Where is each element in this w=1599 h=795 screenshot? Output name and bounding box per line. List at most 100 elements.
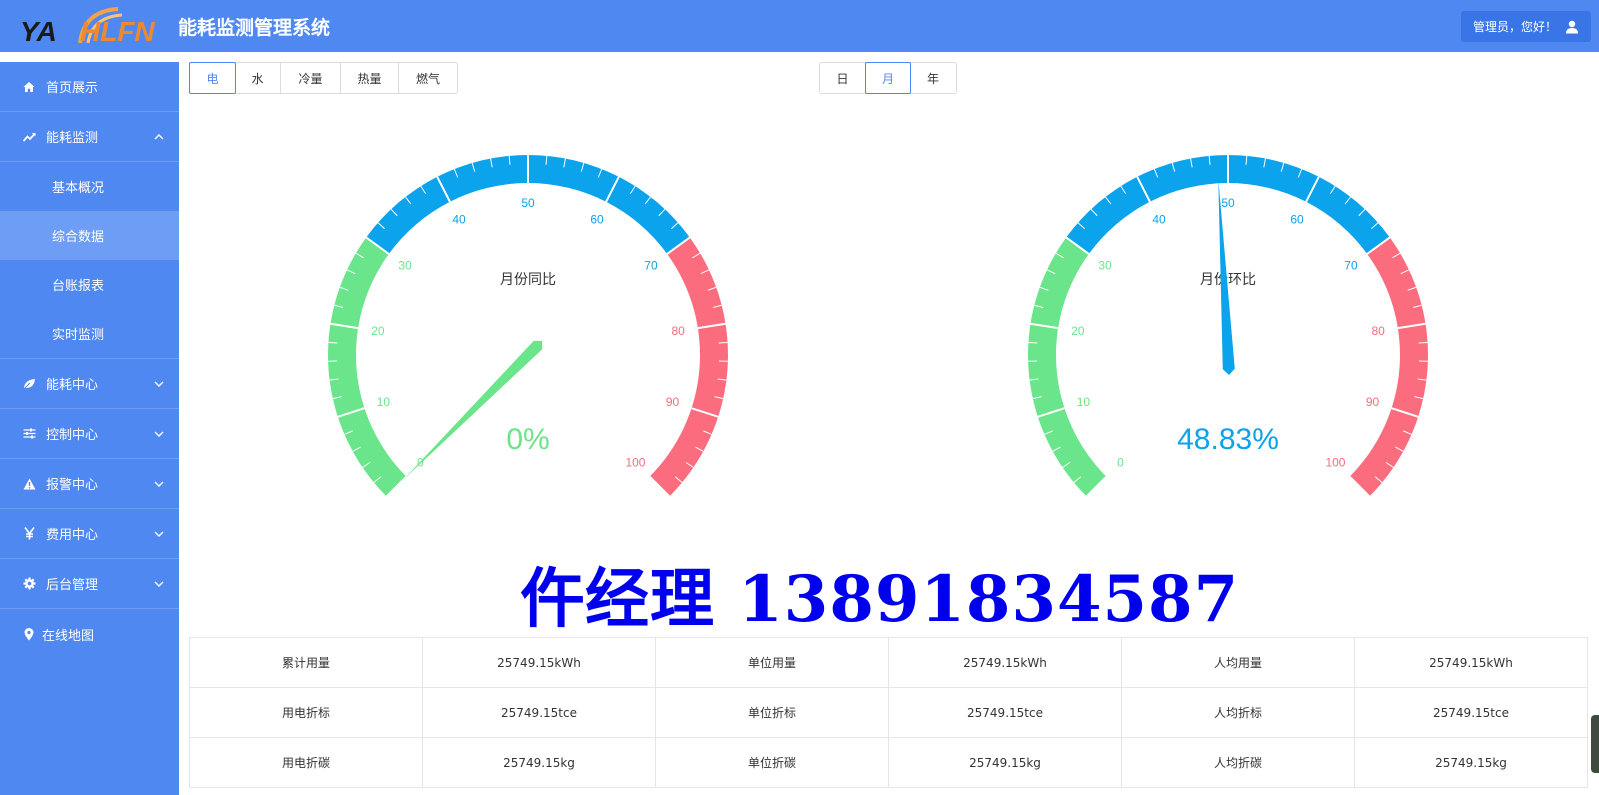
sidebar: 首页展示 能耗监测 基本概况 综合数据 台账报表 实时监测 能耗中心 控制中心 … (0, 62, 179, 795)
energy-type-tabs: 电 水 冷量 热量 燃气 (189, 62, 458, 94)
user-greeting: 管理员，您好！ (1472, 20, 1557, 34)
gauge-pointer (403, 340, 543, 480)
gauge-band (649, 237, 728, 497)
gauge-tick-label: 0 (1117, 455, 1124, 469)
chevron-down-icon (154, 381, 164, 387)
chevron-down-icon (154, 431, 164, 437)
gauge-tick-label: 20 (1071, 324, 1085, 338)
gauge-tick-label: 50 (1221, 196, 1235, 210)
table-row: 累计用量 25749.15kWh 单位用量 25749.15kWh 人均用量 25749.… (189, 637, 1588, 688)
gauge-tick-label: 90 (1366, 395, 1380, 409)
gauge-tick-label: 90 (666, 395, 680, 409)
gauge-tick-label: 10 (1077, 395, 1091, 409)
gauge-title: 月份同比 (500, 272, 556, 288)
tab-water[interactable]: 水 (235, 63, 281, 93)
sidebar-item-alarm-center[interactable]: 报警中心 (0, 459, 179, 509)
gauge-tick-label: 30 (1098, 259, 1112, 273)
stat-value: 25749.15tce (888, 687, 1122, 738)
sliders-icon (22, 427, 36, 441)
gauge-tick-label: 10 (377, 395, 391, 409)
gauge-band (328, 237, 407, 497)
chevron-down-icon (154, 531, 164, 537)
sidebar-item-label: 能耗中心 (46, 378, 99, 393)
scrollbar-handle[interactable] (1591, 715, 1599, 773)
sidebar-item-label: 后台管理 (46, 578, 99, 593)
warning-icon (22, 477, 36, 491)
sidebar-item-cost-center[interactable]: 费用中心 (0, 509, 179, 559)
gauge-tick (1418, 341, 1428, 344)
gauge-tick-label: 50 (521, 196, 535, 210)
gauge-tick-label: 100 (625, 455, 645, 469)
stat-label: 单位折标 (655, 687, 889, 738)
gauge-tick-label: 60 (590, 213, 604, 227)
sidebar-item-label: 在线地图 (42, 628, 95, 644)
sidebar-item-label: 能耗监测 (46, 131, 99, 146)
gauge-value-label: 48.83% (1177, 423, 1279, 456)
sidebar-item-control-center[interactable]: 控制中心 (0, 409, 179, 459)
stat-label: 单位用量 (655, 637, 889, 688)
gauge-value-label: 0% (506, 423, 549, 456)
app-title: 能耗监测管理系统 (178, 17, 331, 39)
tab-electricity[interactable]: 电 (189, 62, 236, 94)
gauge-year-on-year: 0102030405060708090100月份同比0% (328, 154, 728, 498)
contact-watermark: 仵经理 13891834587 (520, 562, 1240, 637)
gauge-band (1349, 237, 1428, 497)
tab-day[interactable]: 日 (820, 63, 866, 93)
svg-text:HLFN: HLFN (80, 16, 155, 47)
sidebar-item-label: 控制中心 (46, 428, 99, 443)
stat-value: 25749.15kWh (888, 637, 1122, 688)
sidebar-subitem-ledger-report[interactable]: 台账报表 (0, 260, 179, 309)
stat-value: 25749.15kg (888, 737, 1122, 788)
gauge-title: 月份环比 (1200, 272, 1256, 288)
company-logo: YA HLFN (20, 7, 155, 47)
tab-cooling[interactable]: 冷量 (281, 63, 341, 93)
energy-stats-table: 累计用量 25749.15kWh 单位用量 25749.15kWh 人均用量 25749.… (189, 637, 1588, 788)
table-row: 用电折标 25749.15tce 单位折标 25749.15tce 人均折标 25749.… (189, 687, 1588, 738)
sidebar-item-label: 报警中心 (46, 478, 99, 493)
user-icon (1566, 20, 1578, 33)
stat-value: 25749.15tce (1354, 687, 1588, 738)
gauge-tick-label: 80 (671, 324, 685, 338)
stat-label: 用电折标 (189, 687, 423, 738)
sidebar-item-energy-center[interactable]: 能耗中心 (0, 359, 179, 409)
gauge-band (1028, 237, 1107, 497)
tab-month[interactable]: 月 (865, 62, 911, 94)
sidebar-subitem-overview[interactable]: 基本概况 (0, 162, 179, 211)
chevron-down-icon (154, 481, 164, 487)
map-pin-icon (22, 627, 36, 641)
sidebar-subitem-realtime-monitor[interactable]: 实时监测 (0, 309, 179, 358)
gauge-tick-label: 70 (644, 259, 658, 273)
stat-label: 人均折碳 (1121, 737, 1355, 788)
sidebar-item-label: 费用中心 (46, 528, 99, 543)
chevron-up-icon (154, 134, 164, 140)
sidebar-item-label: 首页展示 (46, 81, 99, 96)
gauge-tick-label: 70 (1344, 259, 1358, 273)
gauge-tick (328, 341, 338, 344)
sidebar-item-admin[interactable]: 后台管理 (0, 559, 179, 609)
sidebar-item-online-map[interactable]: 在线地图 (0, 609, 179, 659)
gauge-tick-label: 20 (371, 324, 385, 338)
stat-value: 25749.15kWh (422, 637, 656, 688)
gauge-tick-label: 40 (452, 213, 466, 227)
leaf-icon (22, 377, 36, 391)
home-icon (22, 80, 36, 94)
tab-heating[interactable]: 热量 (341, 63, 399, 93)
yen-icon (22, 527, 36, 541)
chevron-down-icon (154, 581, 164, 587)
sidebar-subitem-comprehensive-data[interactable]: 综合数据 (0, 211, 179, 260)
period-tabs: 日 月 年 (819, 62, 957, 94)
tab-gas[interactable]: 燃气 (399, 63, 457, 93)
top-header: YA HLFN 能耗监测管理系统 管理员，您好！ (0, 0, 1599, 52)
trend-icon (22, 130, 36, 144)
user-menu[interactable]: 管理员，您好！ (1460, 11, 1591, 42)
sidebar-item-energy-monitor[interactable]: 能耗监测 (0, 112, 179, 162)
gauge-tick-label: 30 (398, 259, 412, 273)
stat-label: 单位折碳 (655, 737, 889, 788)
sidebar-submenu: 基本概况 综合数据 台账报表 实时监测 (0, 162, 179, 359)
gauge-tick-label: 100 (1325, 455, 1345, 469)
stat-label: 人均用量 (1121, 637, 1355, 688)
sidebar-item-home[interactable]: 首页展示 (0, 62, 179, 112)
tab-year[interactable]: 年 (910, 63, 956, 93)
gauge-tick-label: 60 (1290, 213, 1304, 227)
gauge-tick-label: 80 (1371, 324, 1385, 338)
